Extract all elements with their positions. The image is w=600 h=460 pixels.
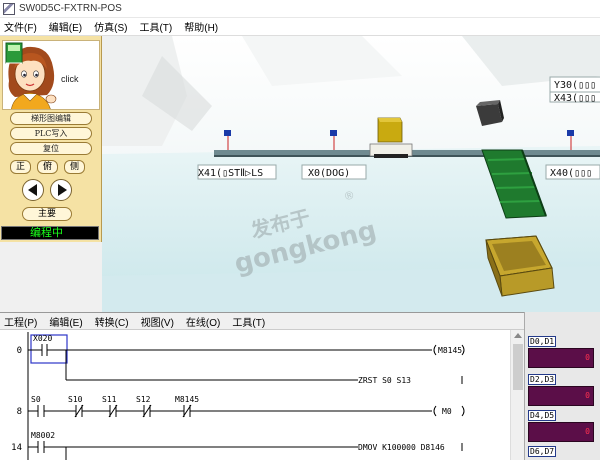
menu-edit[interactable]: 编辑(E) — [43, 19, 88, 34]
svg-text:X40(▯▯▯: X40(▯▯▯ — [550, 168, 592, 179]
register-label-d0: D0,D1 — [528, 336, 556, 347]
editor-menu-convert[interactable]: 转换(C) — [89, 314, 135, 329]
click-book-icon[interactable] — [3, 41, 25, 65]
title-bar: SW0D5C-FXTRN-POS — [0, 0, 600, 18]
editor-menu-online[interactable]: 在线(O) — [180, 314, 226, 329]
menu-bar: 文件(F) 编辑(E) 仿真(S) 工具(T) 帮助(H) — [0, 18, 600, 36]
register-label-d4: D4,D5 — [528, 410, 556, 421]
svg-text:X0(DOG): X0(DOG) — [308, 168, 350, 179]
editor-menu-bar: 工程(P) 编辑(E) 转换(C) 视图(V) 在线(O) 工具(T) — [0, 313, 524, 330]
app-icon — [3, 2, 15, 15]
main-button[interactable]: 主要 — [22, 207, 72, 221]
contact-label: M8002 — [31, 431, 55, 440]
menu-help[interactable]: 帮助(H) — [178, 19, 224, 34]
contact-label: S11 — [102, 395, 117, 404]
scroll-up-icon[interactable] — [514, 333, 522, 338]
vertical-scrollbar[interactable] — [510, 330, 524, 460]
register-value-d2: 0 — [528, 386, 594, 406]
window-title: SW0D5C-FXTRN-POS — [19, 3, 122, 14]
ladder-edit-button[interactable]: 梯形图编辑 — [10, 112, 92, 125]
menu-simulate[interactable]: 仿真(S) — [88, 19, 133, 34]
side-view-button[interactable]: 侧 — [64, 160, 85, 174]
click-label[interactable]: click — [61, 74, 79, 84]
instruction-zrst[interactable]: ZRST S0 S13 — [358, 376, 411, 385]
top-view-button[interactable]: 俯 — [37, 160, 58, 174]
rotate-right-button[interactable] — [50, 179, 72, 201]
x41-label: X41(▯STⅡ▷LS — [197, 164, 277, 180]
editor-menu-project[interactable]: 工程(P) — [0, 314, 43, 329]
svg-text:X41(▯STⅡ▷LS: X41(▯STⅡ▷LS — [198, 168, 263, 179]
contact-label: S10 — [68, 395, 83, 404]
rotate-left-button[interactable] — [22, 179, 44, 201]
svg-text:X43(▯▯▯: X43(▯▯▯ — [554, 93, 596, 104]
scroll-thumb[interactable] — [513, 344, 523, 390]
step-number: 14 — [11, 443, 22, 453]
coil-m8145[interactable]: M8145 — [438, 346, 462, 355]
status-indicator: 编程中 — [1, 226, 99, 240]
x40-label: X40(▯▯▯ — [545, 164, 600, 180]
register-label-d6: D6,D7 — [528, 446, 556, 457]
ladder-diagram[interactable]: 0 X020 M8145 ZRST S0 S13 8 S0 S10 S11 S1… — [0, 330, 510, 460]
contact-label: M8145 — [175, 395, 199, 404]
editor-menu-edit[interactable]: 编辑(E) — [43, 314, 88, 329]
x0-dog-label: X0(DOG) — [301, 164, 367, 180]
coil-m0[interactable]: M0 — [442, 407, 452, 416]
register-monitor: D0,D1 0 D2,D3 0 D4,D5 0 D6,D7 — [524, 312, 600, 460]
step-number: 8 — [17, 407, 22, 417]
register-value-d4: 0 — [528, 422, 594, 442]
instruction-dmov[interactable]: DMOV K100000 D8146 — [358, 443, 445, 452]
contact-label: X020 — [33, 334, 52, 343]
register-value-d0: 0 — [528, 348, 594, 368]
ladder-editor: 工程(P) 编辑(E) 转换(C) 视图(V) 在线(O) 工具(T) 0 X0… — [0, 312, 524, 460]
contact-label: S12 — [136, 395, 151, 404]
menu-file[interactable]: 文件(F) — [0, 19, 43, 34]
simulation-scene: Y30(▯▯▯ X43(▯▯▯ X41(▯STⅡ▷LS X0(DOG) X40(… — [102, 36, 600, 312]
y30-label: Y30(▯▯▯ — [549, 76, 600, 93]
svg-text:Y30(▯▯▯: Y30(▯▯▯ — [554, 80, 596, 91]
register-label-d2: D2,D3 — [528, 374, 556, 385]
sim-control-panel: click 梯形图编辑 PLC写入 复位 正 俯 侧 主要 编程中 — [0, 36, 102, 242]
avatar-box: click — [2, 40, 100, 110]
plc-write-button[interactable]: PLC写入 — [10, 127, 92, 140]
editor-menu-view[interactable]: 视图(V) — [135, 314, 180, 329]
arrow-left-icon — [27, 184, 37, 196]
x43-label: X43(▯▯▯ — [549, 91, 600, 104]
contact-label: S0 — [31, 395, 41, 404]
arrow-right-icon — [57, 184, 67, 196]
menu-tools[interactable]: 工具(T) — [133, 19, 178, 34]
step-number: 0 — [17, 346, 22, 356]
front-view-button[interactable]: 正 — [10, 160, 31, 174]
editor-menu-tools[interactable]: 工具(T) — [226, 314, 271, 329]
reset-button[interactable]: 复位 — [10, 142, 92, 155]
